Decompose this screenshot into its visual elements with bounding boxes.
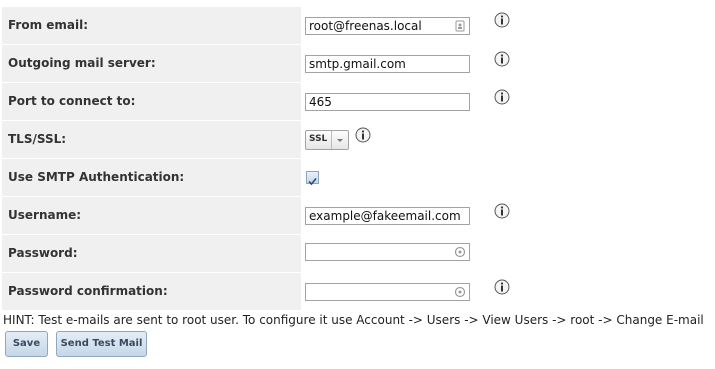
smtp-auth-label: Use SMTP Authentication: [8,170,185,184]
port-label: Port to connect to: [8,94,136,108]
tls-ssl-select[interactable]: SSL [305,130,349,150]
port-field[interactable]: 465 [305,93,470,111]
chevron-down-icon[interactable] [331,131,348,149]
save-button[interactable]: Save [5,331,48,357]
outgoing-server-label: Outgoing mail server: [8,56,156,70]
username-label: Username: [8,208,82,222]
label-cell: Password: [2,235,301,272]
password-label: Password: [8,246,78,260]
info-icon[interactable] [494,279,510,295]
from-email-field[interactable]: root@freenas.local [305,17,470,35]
hint-text: HINT: Test e-mails are sent to root user… [3,313,704,327]
password-confirm-label: Password confirmation: [8,284,168,298]
outgoing-server-value: smtp.gmail.com [309,57,406,71]
port-value: 465 [309,95,332,109]
label-cell: Port to connect to: [2,83,301,120]
info-icon[interactable] [355,127,371,143]
info-icon[interactable] [494,203,510,219]
label-cell: Outgoing mail server: [2,45,301,82]
username-field[interactable]: example@fakeemail.com [305,207,470,225]
outgoing-server-field[interactable]: smtp.gmail.com [305,55,470,73]
info-icon[interactable] [494,89,510,105]
key-icon [454,286,466,298]
info-icon[interactable] [494,12,510,28]
smtp-auth-checkbox[interactable] [306,171,319,186]
label-cell: Use SMTP Authentication: [2,159,301,196]
from-email-value: root@freenas.local [309,19,422,33]
info-icon[interactable] [494,51,510,67]
send-test-mail-button[interactable]: Send Test Mail [56,331,147,357]
label-cell: From email: [2,7,301,44]
contact-card-icon [455,20,465,32]
username-value: example@fakeemail.com [309,209,461,223]
label-cell: TLS/SSL: [2,121,301,158]
key-icon [454,246,466,258]
password-field[interactable] [305,243,470,261]
password-confirm-field[interactable] [305,283,470,301]
tls-ssl-selected-value: SSL [309,134,328,144]
from-email-label: From email: [8,18,89,32]
label-cell: Username: [2,197,301,234]
tls-ssl-label: TLS/SSL: [8,132,67,146]
checkmark-icon [308,177,317,186]
label-cell: Password confirmation: [2,273,301,310]
